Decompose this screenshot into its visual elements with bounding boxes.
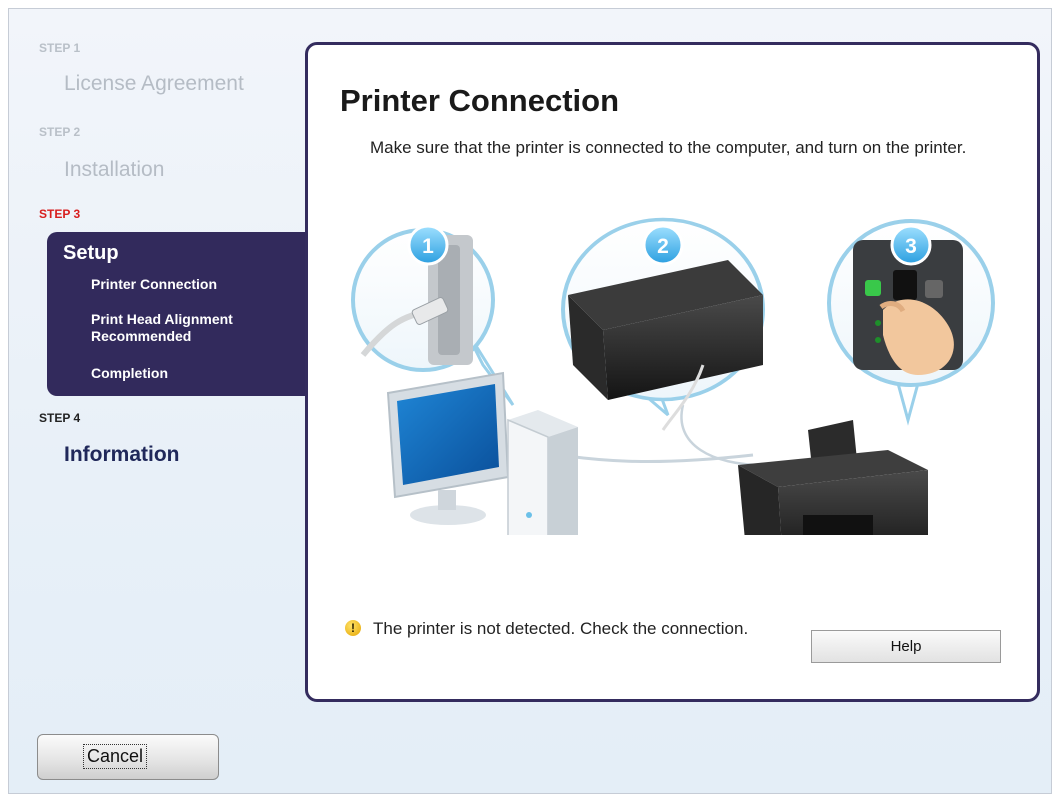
printer-icon <box>738 420 928 535</box>
step-badge-2: 2 <box>642 224 684 266</box>
warning-text: The printer is not detected. Check the c… <box>373 619 749 638</box>
step1-title: License Agreement <box>64 72 244 95</box>
cancel-label: Cancel <box>83 744 148 769</box>
step1-label: STEP 1 <box>39 41 81 55</box>
computer-tower-icon <box>507 410 578 535</box>
instruction-text: Make sure that the printer is connected … <box>370 138 967 157</box>
badge-number-3: 3 <box>905 235 917 258</box>
substep-print-head-alignment: Print Head Alignment Recommended <box>91 311 233 344</box>
step-badge-3: 3 <box>890 224 932 266</box>
cancel-button[interactable]: Cancel <box>37 734 219 780</box>
step2-title: Installation <box>64 158 165 181</box>
step4-label: STEP 4 <box>39 411 81 425</box>
content-panel: Printer Connection Make sure that the pr… <box>305 42 1040 702</box>
substep-completion: Completion <box>91 365 168 381</box>
computer-monitor-icon <box>386 371 510 525</box>
page-title: Printer Connection <box>340 83 620 118</box>
setup-step-box: Setup Printer Connection Print Head Alig… <box>47 232 317 396</box>
step4-title: Information <box>64 443 180 466</box>
badge-number-2: 2 <box>657 235 669 258</box>
installer-window: STEP 1 License Agreement STEP 2 Installa… <box>8 8 1052 794</box>
step2-label: STEP 2 <box>39 125 81 139</box>
step3-label: STEP 3 <box>39 207 81 221</box>
step-badge-1: 1 <box>407 224 449 266</box>
step3-title: Setup <box>63 242 119 264</box>
substep-printer-connection: Printer Connection <box>91 276 218 292</box>
warning-icon: ! <box>345 620 361 636</box>
printer-connection-illustration: 1 2 3 <box>351 217 995 535</box>
badge-number-1: 1 <box>422 235 434 258</box>
help-button[interactable]: Help <box>811 630 1001 663</box>
